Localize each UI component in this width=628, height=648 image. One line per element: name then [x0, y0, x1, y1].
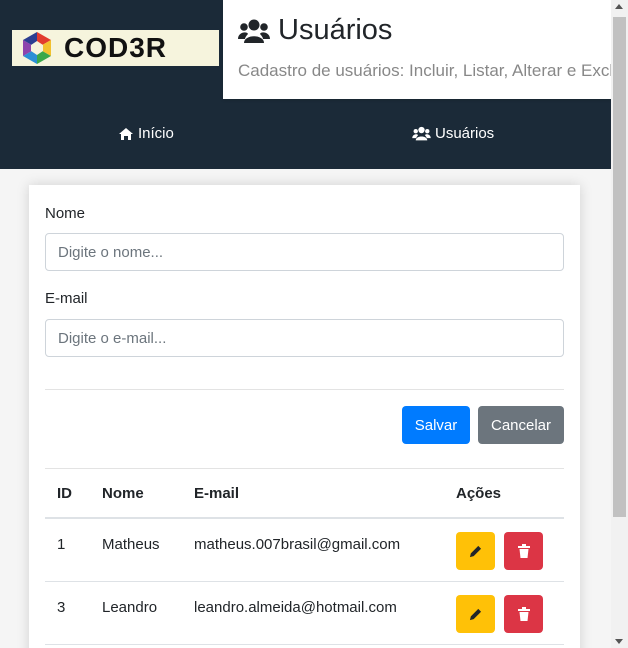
name-label: Nome [45, 205, 86, 222]
nav-item-label: Início [138, 125, 174, 142]
logo-hexagon-icon [23, 32, 51, 64]
page-title: Usuários [238, 14, 611, 47]
user-form-card: Nome E-mail Salvar Cancelar ID Nome E-ma… [29, 185, 580, 648]
nav-item-usuarios[interactable]: Usuários [412, 125, 494, 142]
logo-text: COD3R [64, 32, 168, 63]
cell-name: Matheus [102, 536, 160, 553]
scroll-up-arrow-icon[interactable] [615, 4, 623, 9]
delete-button[interactable] [504, 532, 543, 570]
table-header-row: ID Nome E-mail Ações [45, 468, 564, 519]
name-input[interactable] [45, 233, 564, 271]
users-icon [412, 126, 431, 141]
table-row: 3 Leandro leandro.almeida@hotmail.com [45, 582, 564, 645]
edit-button[interactable] [456, 532, 495, 570]
email-label: E-mail [45, 290, 88, 307]
save-button[interactable]: Salvar [402, 406, 470, 444]
scroll-thumb[interactable] [613, 17, 626, 517]
users-icon [238, 19, 270, 43]
logo-area: COD3R [0, 0, 223, 99]
cell-id: 1 [57, 536, 66, 553]
trash-icon [517, 544, 530, 558]
scroll-down-arrow-icon[interactable] [615, 639, 623, 644]
page-subtitle: Cadastro de usuários: Incluir, Listar, A… [238, 61, 611, 80]
users-table: ID Nome E-mail Ações 1 Matheus matheus.0… [45, 468, 564, 645]
pencil-icon [469, 608, 482, 620]
logo[interactable]: COD3R [12, 30, 219, 66]
home-icon [119, 127, 133, 140]
cancel-button[interactable]: Cancelar [478, 406, 564, 444]
nav-item-label: Usuários [435, 125, 495, 142]
page-header: Usuários Cadastro de usuários: Incluir, … [223, 0, 611, 99]
cell-id: 3 [57, 599, 66, 616]
trash-icon [517, 607, 530, 621]
column-header-actions: Ações [456, 485, 502, 502]
nav-item-inicio[interactable]: Início [118, 125, 174, 142]
cell-email: matheus.007brasil@gmail.com [194, 536, 401, 553]
divider [45, 389, 564, 390]
edit-button[interactable] [456, 595, 495, 633]
email-input[interactable] [45, 319, 564, 357]
main-nav: Início Usuários [0, 99, 611, 169]
vertical-scrollbar[interactable] [611, 0, 628, 648]
table-row: 1 Matheus matheus.007brasil@gmail.com [45, 519, 564, 582]
delete-button[interactable] [504, 595, 543, 633]
page-title-text: Usuários [278, 14, 393, 46]
column-header-id: ID [57, 485, 72, 502]
cell-email: leandro.almeida@hotmail.com [194, 599, 397, 616]
column-header-email: E-mail [194, 485, 240, 502]
cell-name: Leandro [102, 599, 158, 616]
column-header-name: Nome [102, 485, 144, 502]
pencil-icon [469, 545, 482, 557]
